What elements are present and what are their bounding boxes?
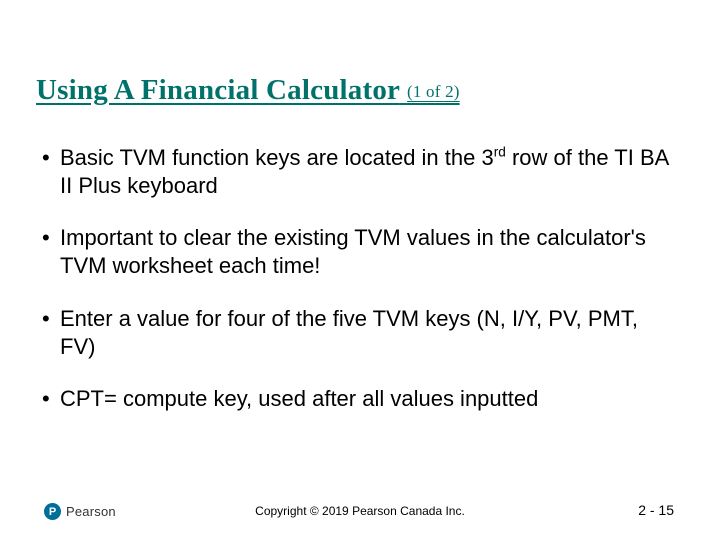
bullet-text-pre: Basic TVM function keys are located in t… [60,145,494,170]
bullet-list: Basic TVM function keys are located in t… [42,144,678,437]
bullet-text-pre: Enter a value for four of the five TVM k… [60,306,638,359]
bullet-item: Important to clear the existing TVM valu… [42,224,678,280]
bullet-text-pre: CPT= compute key, used after all values … [60,386,538,411]
footer: P Pearson Copyright © 2019 Pearson Canad… [0,496,720,522]
bullet-item: Enter a value for four of the five TVM k… [42,305,678,361]
bullet-item: Basic TVM function keys are located in t… [42,144,678,200]
copyright-text: Copyright © 2019 Pearson Canada Inc. [0,504,720,518]
page-number: 2 - 15 [638,502,674,518]
title-main: Using A Financial Calculator [36,74,400,106]
slide: Using A Financial Calculator (1 of 2) Ba… [0,0,720,540]
title-pagination: (1 of 2) [407,82,460,101]
bullet-text-pre: Important to clear the existing TVM valu… [60,225,646,278]
slide-title: Using A Financial Calculator (1 of 2) [36,74,460,107]
bullet-item: CPT= compute key, used after all values … [42,385,678,413]
bullet-text-sup: rd [494,145,506,160]
